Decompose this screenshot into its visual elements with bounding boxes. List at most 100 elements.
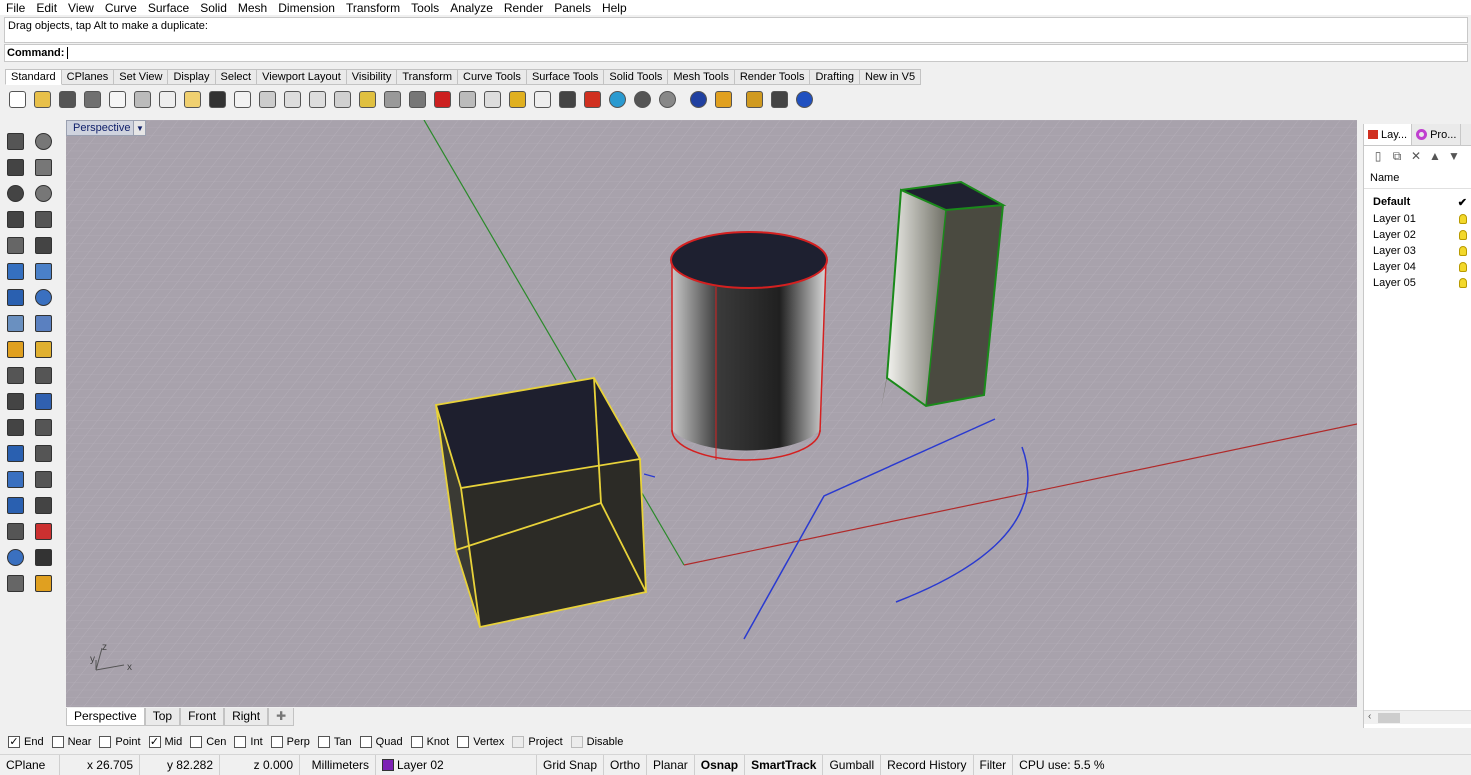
osnap-end[interactable]: ✓ End <box>8 736 44 748</box>
toggle-record-history[interactable]: Record History <box>881 755 974 775</box>
osnap-checkbox[interactable] <box>99 736 112 748</box>
tab-select[interactable]: Select <box>215 69 258 85</box>
grid-array-button[interactable] <box>2 519 28 543</box>
material-button[interactable] <box>30 571 56 595</box>
offset-button[interactable] <box>2 233 28 257</box>
sphere-button[interactable] <box>30 285 56 309</box>
add-viewport-tab-icon[interactable]: ✚ <box>268 708 295 726</box>
brush-button[interactable] <box>711 87 735 111</box>
menu-help[interactable]: Help <box>596 1 632 15</box>
curve-button[interactable] <box>30 155 56 179</box>
four-viewports-button[interactable] <box>405 87 429 111</box>
tab-viewport-layout[interactable]: Viewport Layout <box>257 69 347 85</box>
toggle-grid-snap[interactable]: Grid Snap <box>537 755 605 775</box>
dimension-button[interactable] <box>767 87 791 111</box>
viewport-scene[interactable]: z y x <box>66 120 1357 707</box>
save-button[interactable] <box>55 87 79 111</box>
zoom-dynamic-button[interactable] <box>280 87 304 111</box>
menu-surface[interactable]: Surface <box>142 1 194 15</box>
print-button[interactable] <box>80 87 104 111</box>
boolean-split-button[interactable] <box>30 337 56 361</box>
edit-points-button[interactable] <box>2 545 28 569</box>
box-button[interactable] <box>2 285 28 309</box>
properties-button[interactable] <box>505 87 529 111</box>
undo-button[interactable] <box>205 87 229 111</box>
layer-row-default[interactable]: Default ✔ <box>1364 193 1471 211</box>
toggle-smarttrack[interactable]: SmartTrack <box>745 755 824 775</box>
tab-layers[interactable]: Lay... <box>1364 124 1413 145</box>
group-button[interactable] <box>2 389 28 413</box>
analyze-button[interactable] <box>30 493 56 517</box>
scroll-left-icon[interactable]: ‹ <box>1368 711 1371 722</box>
osnap-checkbox[interactable]: ✓ <box>8 736 20 748</box>
move-button[interactable] <box>30 441 56 465</box>
layer-visible-bulb-icon[interactable] <box>1459 278 1467 288</box>
panel-scrollbar[interactable]: ‹ <box>1364 710 1471 724</box>
cplane-button[interactable] <box>480 87 504 111</box>
zoom-extents-button[interactable] <box>330 87 354 111</box>
tab-solid-tools[interactable]: Solid Tools <box>604 69 669 85</box>
lock-button[interactable] <box>555 87 579 111</box>
render-mesh-button[interactable] <box>2 571 28 595</box>
tab-drafting[interactable]: Drafting <box>810 69 860 85</box>
polygon-button[interactable] <box>2 207 28 231</box>
snap-object-button[interactable] <box>2 467 28 491</box>
select-button[interactable] <box>2 129 28 153</box>
array-button[interactable] <box>30 389 56 413</box>
rendered-sphere-button[interactable] <box>655 87 679 111</box>
viewport-menu-arrow-icon[interactable]: ▼ <box>133 121 146 135</box>
osnap-mid[interactable]: ✓ Mid <box>148 736 182 748</box>
layers-button[interactable] <box>580 87 604 111</box>
viewport-tab-top[interactable]: Top <box>144 708 181 726</box>
delete-layer-icon[interactable]: ✕ <box>1408 149 1424 163</box>
cube-object[interactable] <box>434 377 648 629</box>
menu-view[interactable]: View <box>62 1 99 15</box>
tab-mesh-tools[interactable]: Mesh Tools <box>668 69 735 85</box>
cylinder-object[interactable] <box>670 231 828 461</box>
osnap-tan[interactable]: Tan <box>317 736 352 748</box>
units-label[interactable]: Millimeters <box>300 755 376 775</box>
menu-mesh[interactable]: Mesh <box>232 1 272 15</box>
toggle-gumball[interactable]: Gumball <box>823 755 882 775</box>
chamfer-button[interactable] <box>30 415 56 439</box>
osnap-checkbox[interactable] <box>317 736 330 748</box>
toggle-osnap[interactable]: Osnap <box>695 755 746 775</box>
extrude-button[interactable] <box>2 311 28 335</box>
tab-surface-tools[interactable]: Surface Tools <box>526 69 605 85</box>
surface-from-curves-button[interactable] <box>2 259 28 283</box>
layer-row-layer-05[interactable]: Layer 05 <box>1364 275 1471 291</box>
layer-visible-bulb-icon[interactable] <box>1459 246 1467 256</box>
open-button[interactable] <box>30 87 54 111</box>
osnap-near[interactable]: Near <box>51 736 91 748</box>
zoom-selected-button[interactable] <box>355 87 379 111</box>
render-button[interactable] <box>686 87 710 111</box>
viewport-title[interactable]: Perspective ▼ <box>66 120 147 136</box>
mesh-button[interactable] <box>2 493 28 517</box>
layer-visible-bulb-icon[interactable] <box>1459 262 1467 272</box>
osnap-checkbox[interactable] <box>234 736 247 748</box>
osnap-cen[interactable]: Cen <box>190 736 226 748</box>
menu-dimension[interactable]: Dimension <box>272 1 340 15</box>
split-button[interactable] <box>30 363 56 387</box>
osnap-checkbox[interactable] <box>457 736 470 748</box>
tab-visibility[interactable]: Visibility <box>346 69 398 85</box>
tab-transform[interactable]: Transform <box>397 69 459 85</box>
explode-button[interactable] <box>2 337 28 361</box>
osnap-quad[interactable]: Quad <box>359 736 403 748</box>
move-view-button[interactable] <box>255 87 279 111</box>
osnap-checkbox[interactable] <box>359 736 372 748</box>
viewport-tab-perspective[interactable]: Perspective <box>66 708 145 726</box>
new-sublayer-icon[interactable]: ⧉ <box>1389 149 1405 164</box>
command-line[interactable]: Command: <box>4 44 1468 62</box>
rotate-view-button[interactable] <box>380 87 404 111</box>
toggle-ortho[interactable]: Ortho <box>604 755 648 775</box>
viewport-tab-right[interactable]: Right <box>224 708 269 726</box>
menu-transform[interactable]: Transform <box>340 1 405 15</box>
layer-row-layer-02[interactable]: Layer 02 <box>1364 227 1471 243</box>
pan-button[interactable] <box>230 87 254 111</box>
menu-analyze[interactable]: Analyze <box>444 1 498 15</box>
color-wheel-button[interactable] <box>605 87 629 111</box>
osnap-perp[interactable]: Perp <box>270 736 310 748</box>
circle-button[interactable] <box>2 181 28 205</box>
menu-curve[interactable]: Curve <box>99 1 142 15</box>
